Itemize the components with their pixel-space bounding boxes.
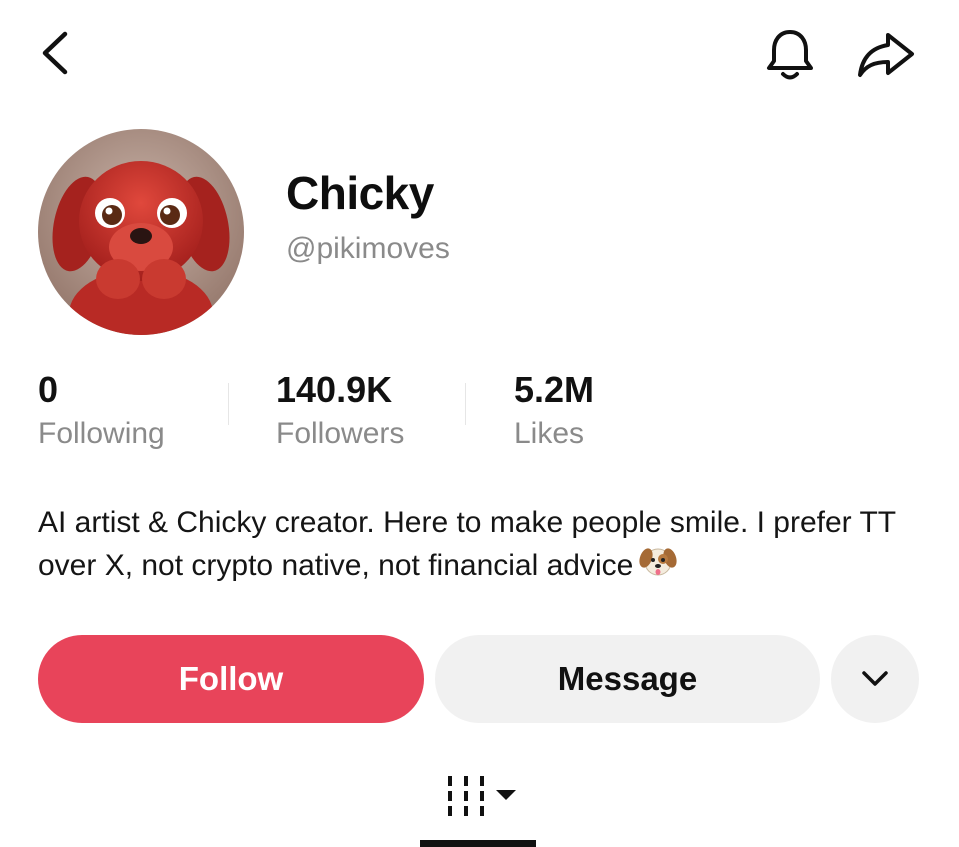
caret-down-icon <box>496 790 516 800</box>
more-options-button[interactable] <box>831 635 919 723</box>
profile-handle: @pikimoves <box>286 232 450 265</box>
share-button[interactable] <box>852 26 920 84</box>
notification-button[interactable] <box>760 26 820 84</box>
stat-label: Followers <box>276 417 405 450</box>
bio-text: AI artist & Chicky creator. Here to make… <box>38 506 896 582</box>
profile-bio: AI artist & Chicky creator. Here to make… <box>38 501 918 590</box>
back-button[interactable] <box>28 26 82 80</box>
stat-label: Following <box>38 417 165 450</box>
share-arrow-icon <box>858 33 914 77</box>
chevron-left-icon <box>42 31 68 75</box>
stat-divider <box>228 383 229 425</box>
tab-videos-grid[interactable] <box>440 770 524 820</box>
stat-divider <box>465 383 466 425</box>
dog-face-emoji <box>639 544 677 590</box>
stat-value: 140.9K <box>276 369 393 410</box>
stat-value: 5.2M <box>514 369 595 410</box>
chevron-down-icon <box>862 671 888 686</box>
stat-followers[interactable]: 140.9K Followers <box>276 368 404 454</box>
stat-likes[interactable]: 5.2M Likes <box>514 368 594 454</box>
stat-label: Likes <box>514 417 585 450</box>
profile-name: Chicky <box>286 167 434 219</box>
red-puppy-avatar <box>38 129 244 335</box>
stat-value: 0 <box>38 369 59 410</box>
bell-icon <box>767 30 813 80</box>
stat-following[interactable]: 0 Following <box>38 368 165 454</box>
active-tab-indicator <box>420 840 536 847</box>
follow-button[interactable]: Follow <box>38 635 424 723</box>
message-button[interactable]: Message <box>435 635 820 723</box>
avatar[interactable] <box>38 129 244 335</box>
grid-icon <box>448 776 516 816</box>
profile-screen: Chicky @pikimoves 0 Following 140.9K Fol… <box>0 0 959 847</box>
